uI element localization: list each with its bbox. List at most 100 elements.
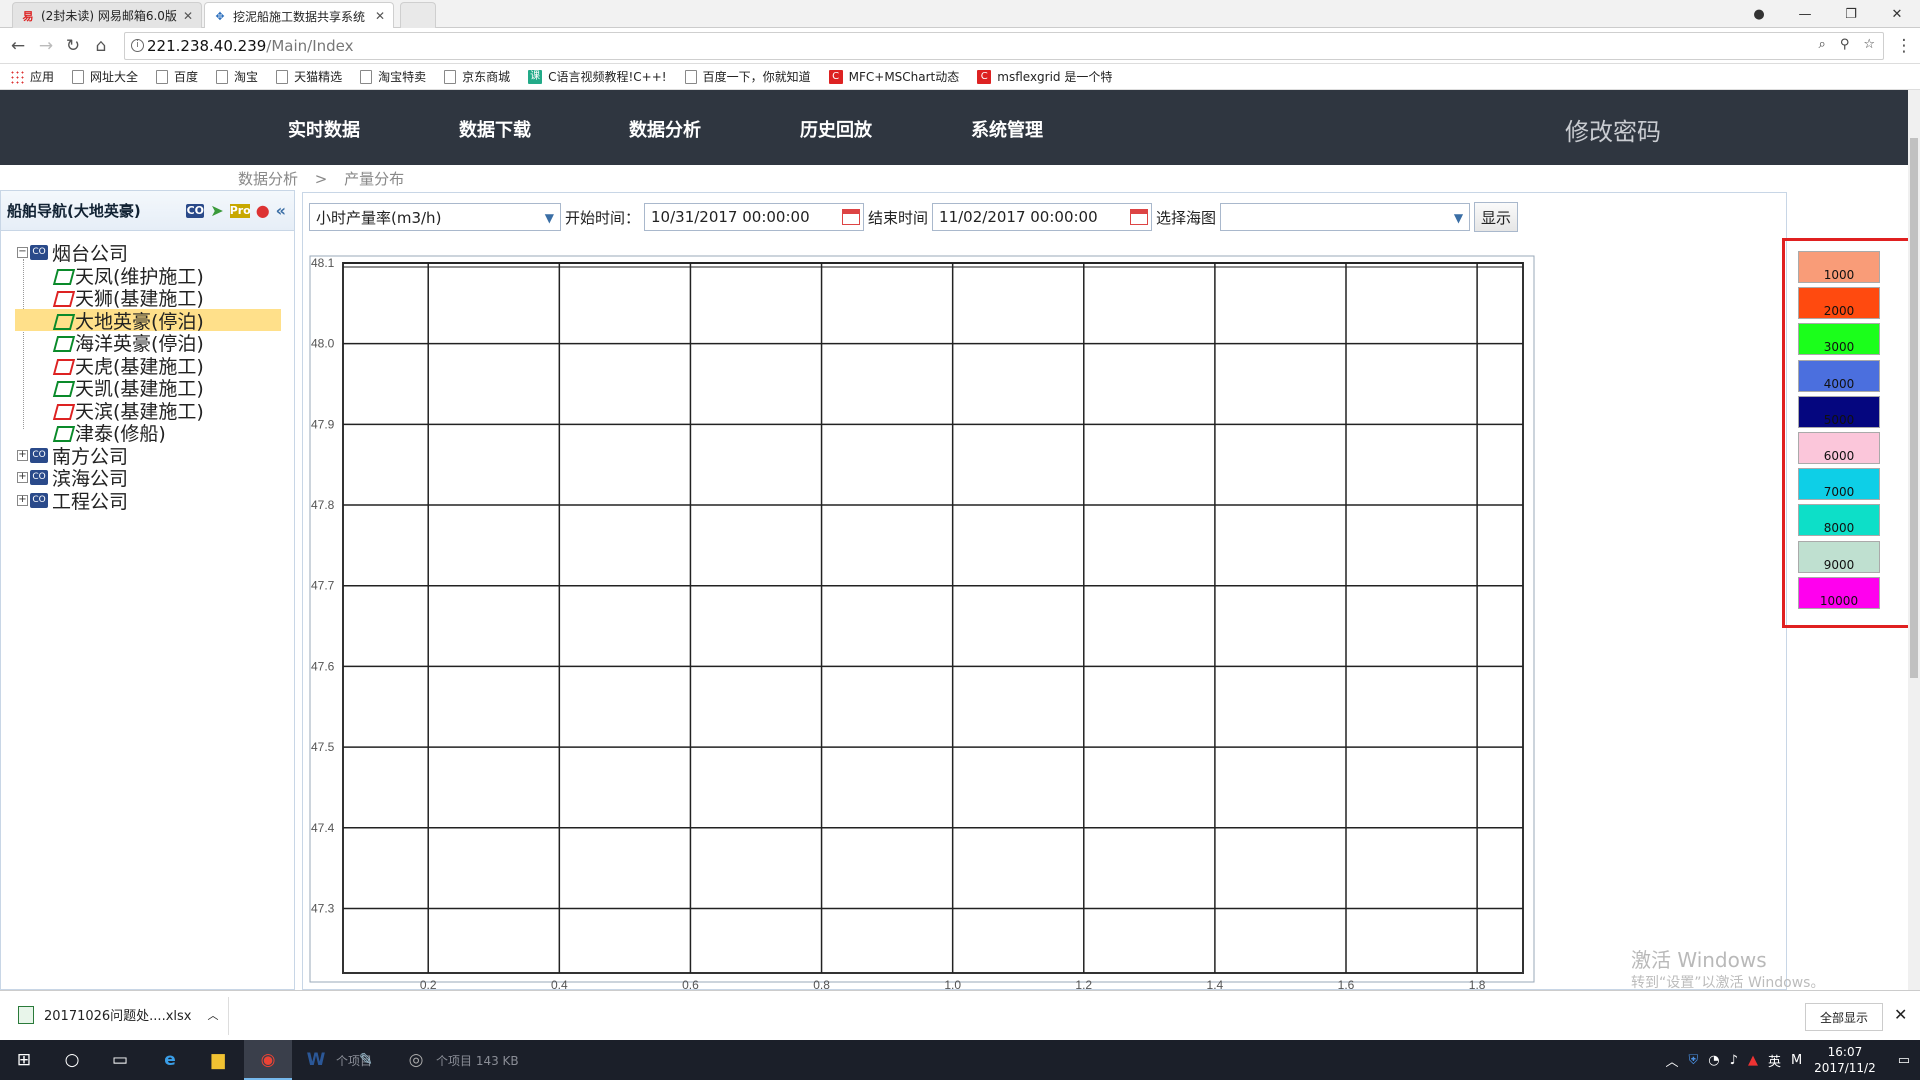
legend-label: 1000	[1823, 268, 1855, 282]
minimize-button[interactable]: —	[1782, 0, 1828, 28]
calendar-icon[interactable]	[1130, 209, 1149, 225]
nav-analysis[interactable]: 数据分析	[629, 116, 701, 142]
calendar-icon[interactable]	[842, 209, 861, 225]
expand-node-icon[interactable]: +	[17, 449, 28, 461]
ship-icon[interactable]: ➤	[210, 201, 223, 220]
activation-watermark-sub: 转到“设置”以激活 Windows。	[1631, 975, 1825, 991]
tree-ship[interactable]: 津泰(修船)	[53, 421, 166, 445]
windows-start-icon[interactable]: ⊞	[12, 1048, 36, 1072]
bookmark-item[interactable]: 淘宝	[216, 68, 258, 85]
pin-icon[interactable]: ⚲	[1840, 37, 1850, 52]
show-all-button[interactable]: 全部显示	[1805, 1003, 1884, 1031]
url-input[interactable]: i 221.238.40.239/Main/Index ⌕ ⚲ ☆	[124, 32, 1884, 60]
menu-icon[interactable]: ⋮	[1894, 36, 1914, 56]
ime-mode-indicator[interactable]: M	[1791, 1053, 1802, 1068]
nav-realtime[interactable]: 实时数据	[288, 116, 360, 142]
tree-company-yantai[interactable]: − CO 烟台公司	[17, 241, 128, 265]
info-icon[interactable]: i	[131, 39, 144, 52]
nav-download[interactable]: 数据下载	[459, 116, 531, 142]
close-tab-icon[interactable]: ✕	[183, 9, 193, 23]
volume-icon[interactable]: ♪	[1730, 1053, 1738, 1068]
bookmark-item[interactable]: 网址大全	[72, 68, 138, 85]
url-path: /Main/Index	[266, 37, 354, 55]
notification-icon[interactable]: ▭	[1898, 1053, 1910, 1068]
task-view-icon[interactable]: ▭	[108, 1048, 132, 1072]
start-time-label: 开始时间：	[565, 208, 641, 227]
show-button[interactable]: 显示	[1474, 202, 1519, 232]
restore-button[interactable]: ❐	[1828, 0, 1874, 28]
app-icon[interactable]: ◎	[404, 1048, 428, 1072]
page-scrollbar[interactable]	[1908, 90, 1920, 990]
bookmark-item[interactable]: 天猫精选	[276, 68, 342, 85]
bookmark-item[interactable]: 百度	[156, 68, 198, 85]
end-time-input[interactable]: 11/02/2017 00:00:00	[932, 203, 1153, 231]
bookmark-item[interactable]: 百度一下，你就知道	[684, 68, 811, 85]
breadcrumb-item[interactable]: 数据分析	[238, 170, 298, 188]
network-icon[interactable]: ◔	[1708, 1053, 1719, 1068]
chrome-icon[interactable]: ◉	[256, 1048, 280, 1072]
project-icon[interactable]: Pro	[229, 203, 251, 218]
word-icon[interactable]: W	[304, 1048, 328, 1072]
sidebar-header: 船舶导航(大地英豪) CO ➤ Pro ● «	[1, 191, 294, 231]
company-icon: CO	[30, 492, 48, 508]
profile-icon[interactable]: ●	[1736, 0, 1782, 28]
close-icon[interactable]: ✕	[1894, 1005, 1907, 1024]
chevron-down-icon: ▼	[1453, 211, 1464, 225]
collapse-icon[interactable]: «	[276, 201, 286, 220]
bookmark-item[interactable]: 淘宝特卖	[360, 68, 426, 85]
download-item[interactable]: 20171026问题处....xlsx ︿	[18, 1005, 218, 1024]
legend-label: 5000	[1823, 412, 1855, 427]
start-time-input[interactable]: 10/31/2017 00:00:00	[644, 203, 865, 231]
bookmark-item[interactable]: C MFC+MSChart动态	[828, 68, 960, 85]
bookmark-item[interactable]: Cmsflexgrid 是一个特	[977, 68, 1112, 85]
nav-playback[interactable]: 历史回放	[800, 116, 872, 142]
tree-ship[interactable]: 天狮(基建施工)	[53, 286, 204, 310]
tree-company-engineering[interactable]: + CO 工程公司	[17, 489, 128, 513]
map-select[interactable]: ▼	[1220, 203, 1471, 231]
end-time-value: 11/02/2017 00:00:00	[939, 208, 1098, 226]
expand-node-icon[interactable]: +	[17, 494, 28, 506]
tab-netease-mail[interactable]: 易 (2封未读) 网易邮箱6.0版 ✕	[12, 2, 202, 28]
scrollbar-thumb[interactable]	[1910, 138, 1918, 678]
chevron-up-icon[interactable]: ︿	[207, 1007, 218, 1023]
y-tick-label: 47.5	[311, 740, 335, 754]
forward-icon[interactable]: →	[36, 36, 56, 56]
company-icon: CO	[30, 469, 48, 485]
expand-node-icon[interactable]: +	[17, 471, 28, 483]
reload-icon[interactable]: ↻	[63, 36, 83, 56]
home-icon[interactable]: ⌂	[91, 36, 111, 56]
bookmark-item[interactable]: 课 C语言视频教程!C++!	[528, 68, 667, 85]
collapse-node-icon[interactable]: −	[17, 246, 28, 258]
bookmark-item[interactable]: 京东商城	[444, 68, 510, 85]
chevron-up-icon[interactable]: ︿	[1666, 1051, 1679, 1070]
search-icon[interactable]: ○	[60, 1048, 84, 1072]
change-password-link[interactable]: 修改密码	[1565, 112, 1661, 147]
back-icon[interactable]: ←	[8, 36, 28, 56]
y-tick-label: 47.4	[311, 821, 335, 835]
clock-date: 2017/11/2	[1814, 1061, 1876, 1075]
pen-icon[interactable]: ✎	[354, 1048, 378, 1072]
new-tab-button[interactable]	[400, 2, 436, 28]
shield-icon[interactable]: ⛨	[1689, 1053, 1699, 1068]
tree-company-binhai[interactable]: + CO 滨海公司	[17, 466, 128, 490]
tab-app[interactable]: ✥ 挖泥船施工数据共享系统 ✕	[204, 2, 394, 29]
ime-indicator[interactable]: 英	[1768, 1051, 1781, 1070]
zoom-icon[interactable]: ⌕	[1819, 37, 1826, 52]
bookmark-label: MFC+MSChart动态	[848, 70, 960, 84]
tree-ship[interactable]: 海洋英豪(停泊)	[53, 331, 204, 355]
app-tray-icon[interactable]: ▲	[1748, 1053, 1758, 1068]
bookmark-apps[interactable]: 应用	[10, 68, 54, 85]
edge-icon[interactable]: e	[158, 1048, 182, 1072]
file-explorer-icon[interactable]: ▆	[206, 1048, 230, 1072]
metric-select[interactable]: 小时产量率(m3/h) ▼	[309, 203, 561, 231]
tree-ship[interactable]: 天凯(基建施工)	[53, 376, 204, 400]
company-icon[interactable]: CO	[186, 203, 205, 218]
page-icon	[444, 69, 457, 84]
close-window-button[interactable]: ✕	[1874, 0, 1920, 28]
location-pin-icon[interactable]: ●	[256, 201, 270, 220]
clock[interactable]: 16:07 2017/11/2	[1814, 1044, 1876, 1076]
close-tab-icon[interactable]: ✕	[375, 9, 385, 23]
star-icon[interactable]: ☆	[1863, 37, 1875, 52]
nav-system[interactable]: 系统管理	[971, 116, 1043, 142]
bookmark-label: msflexgrid 是一个特	[997, 70, 1113, 84]
